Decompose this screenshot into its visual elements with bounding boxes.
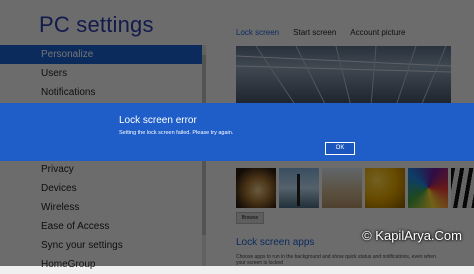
thumbnail-nautilus[interactable]: [236, 168, 276, 208]
lock-screen-thumbnails: [236, 168, 474, 208]
thumbnail-color-prism[interactable]: [408, 168, 448, 208]
nav-list-upper: Personalize Users Notifications: [0, 45, 202, 102]
nav-item-notifications[interactable]: Notifications: [0, 83, 202, 102]
nav-item-users[interactable]: Users: [0, 64, 202, 83]
nav-item-homegroup[interactable]: HomeGroup: [0, 255, 202, 274]
page-title: PC settings: [39, 12, 154, 37]
dialog-message: Setting the lock screen failed. Please t…: [119, 130, 234, 136]
error-dialog: Lock screen error Setting the lock scree…: [0, 103, 474, 161]
thumbnail-space-needle[interactable]: [279, 168, 319, 208]
thumbnail-honeycomb[interactable]: [365, 168, 405, 208]
nav-item-ease-of-access[interactable]: Ease of Access: [0, 217, 202, 236]
thumbnail-desert[interactable]: [322, 168, 362, 208]
nav-list-lower: Privacy Devices Wireless Ease of Access …: [0, 160, 202, 274]
nav-item-sync-settings[interactable]: Sync your settings: [0, 236, 202, 255]
lock-screen-apps-heading: Lock screen apps: [236, 237, 315, 248]
lock-screen-preview-image: [236, 46, 451, 106]
browse-button[interactable]: Browse: [236, 212, 264, 224]
nav-item-privacy[interactable]: Privacy: [0, 160, 202, 179]
nav-item-devices[interactable]: Devices: [0, 179, 202, 198]
preview-bridge-graphic: [236, 46, 451, 106]
nav-item-wireless[interactable]: Wireless: [0, 198, 202, 217]
thumbnail-piano-keys[interactable]: [451, 168, 474, 208]
tab-lock-screen[interactable]: Lock screen: [236, 28, 279, 37]
nav-item-personalize[interactable]: Personalize: [0, 45, 202, 64]
dialog-title: Lock screen error: [119, 115, 197, 126]
tab-bar: Lock screen Start screen Account picture: [236, 28, 405, 37]
tab-start-screen[interactable]: Start screen: [293, 28, 336, 37]
lock-screen-apps-description: Choose apps to run in the background and…: [236, 254, 436, 266]
watermark: © KapilArya.Com: [362, 228, 462, 243]
tab-account-picture[interactable]: Account picture: [350, 28, 405, 37]
ok-button[interactable]: OK: [325, 142, 355, 155]
